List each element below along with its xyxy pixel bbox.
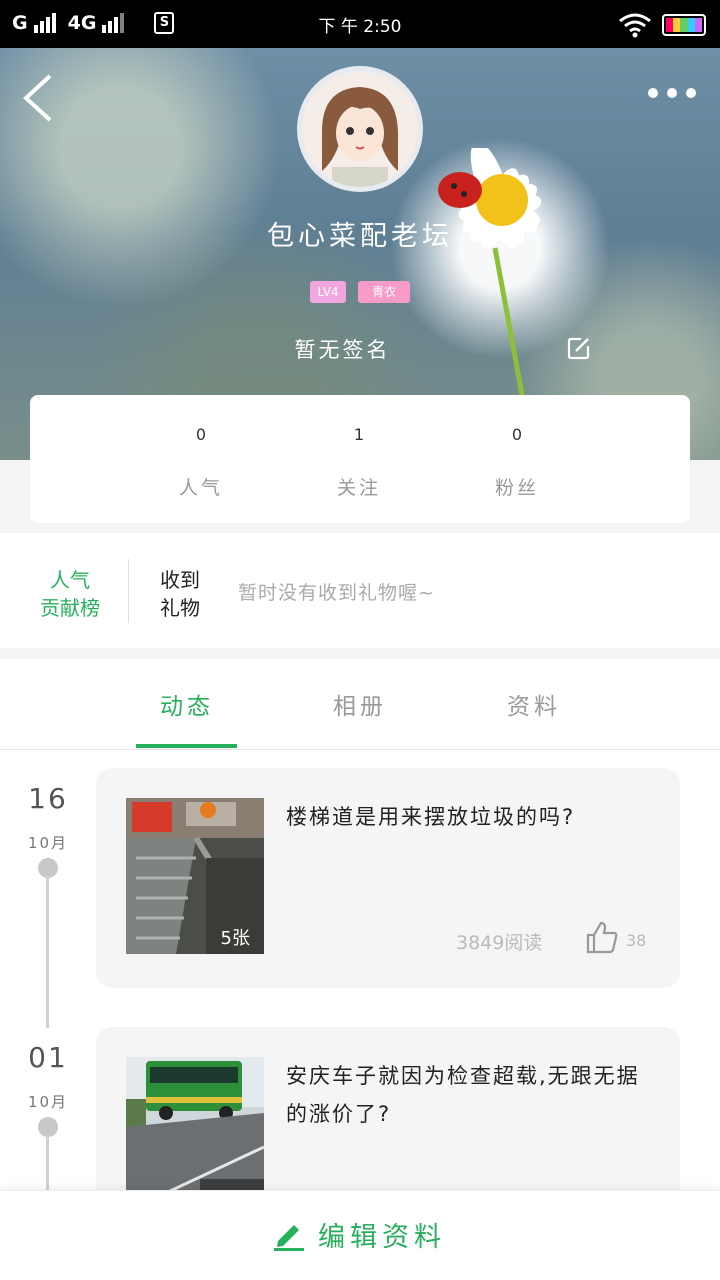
image-count: 5张 xyxy=(220,928,250,949)
post-title: 楼梯道是用来摆放垃圾的吗? xyxy=(286,805,576,829)
divider xyxy=(128,559,129,623)
received-gifts-label: 收到 礼物 xyxy=(160,568,200,620)
post-card[interactable]: 安庆车子就因为检查超载,无跟无据的涨价了? xyxy=(96,1027,680,1190)
tab-activity[interactable]: 动态 xyxy=(127,687,247,721)
stat-label: 人气 xyxy=(178,477,223,499)
read-count: 3849阅读 xyxy=(456,932,543,954)
avatar[interactable] xyxy=(297,66,423,192)
edit-profile-label: 编辑资料 xyxy=(318,1222,446,1253)
title-badge: 青衣 xyxy=(358,281,410,303)
post-date-month: 10月 xyxy=(27,1093,69,1111)
stat-label: 关注 xyxy=(336,477,381,499)
edit-signature-icon[interactable] xyxy=(567,336,591,360)
more-options-icon[interactable] xyxy=(648,88,696,98)
timeline-dot xyxy=(38,1117,58,1137)
stat-value: 1 xyxy=(353,425,365,444)
tab-album[interactable]: 相册 xyxy=(300,687,420,721)
tab-bar: 动态 相册 资料 xyxy=(0,659,720,750)
post-feed: 16 10月 5张 楼梯道是用来摆放垃圾的吗? 3849阅读 38 01 10月… xyxy=(0,750,720,1190)
status-time: 下 午 2:50 xyxy=(318,17,402,37)
wifi-icon xyxy=(619,13,651,38)
post-date-day: 16 xyxy=(28,782,68,815)
stat-popularity[interactable]: 0 人气 xyxy=(151,395,251,523)
nickname: 包心菜配老坛 xyxy=(267,221,453,252)
tab-profile-info[interactable]: 资料 xyxy=(474,687,594,721)
gift-empty-text: 暂时没有收到礼物喔~ xyxy=(238,582,435,604)
tab-indicator xyxy=(136,744,237,748)
stat-value: 0 xyxy=(511,425,523,444)
popularity-rank-link[interactable]: 人气 贡献榜 xyxy=(30,566,110,622)
stat-value: 0 xyxy=(195,425,207,444)
status-bar: G 4G S 下 午 2:50 xyxy=(0,0,720,48)
post-thumbnail xyxy=(126,1057,264,1190)
timeline-line xyxy=(46,876,49,1028)
gift-section: 人气 贡献榜 收到 礼物 暂时没有收到礼物喔~ xyxy=(0,533,720,648)
edit-profile-button[interactable]: 编辑资料 xyxy=(272,1215,446,1254)
battery-icon xyxy=(662,14,706,36)
bottom-bar: 编辑资料 xyxy=(0,1190,720,1280)
level-badge: LV4 xyxy=(310,281,346,303)
post-thumbnail: 5张 xyxy=(126,798,264,954)
stats-card: 0 人气 1 关注 0 粉丝 xyxy=(30,395,690,523)
back-arrow-icon[interactable] xyxy=(18,72,58,124)
post-title: 安庆车子就因为检查超载,无跟无据的涨价了? xyxy=(286,1064,640,1126)
timeline-line xyxy=(46,1135,49,1190)
pencil-icon xyxy=(274,1224,304,1251)
stat-fans[interactable]: 0 粉丝 xyxy=(467,395,567,523)
post-card[interactable]: 5张 楼梯道是用来摆放垃圾的吗? 3849阅读 38 xyxy=(96,768,680,988)
thumbs-up-icon[interactable] xyxy=(586,920,618,954)
like-count: 38 xyxy=(626,931,647,950)
post-date-month: 10月 xyxy=(27,834,69,852)
stat-following[interactable]: 1 关注 xyxy=(309,395,409,523)
post-date-day: 01 xyxy=(28,1041,68,1074)
stat-label: 粉丝 xyxy=(494,477,539,499)
timeline-dot xyxy=(38,858,58,878)
